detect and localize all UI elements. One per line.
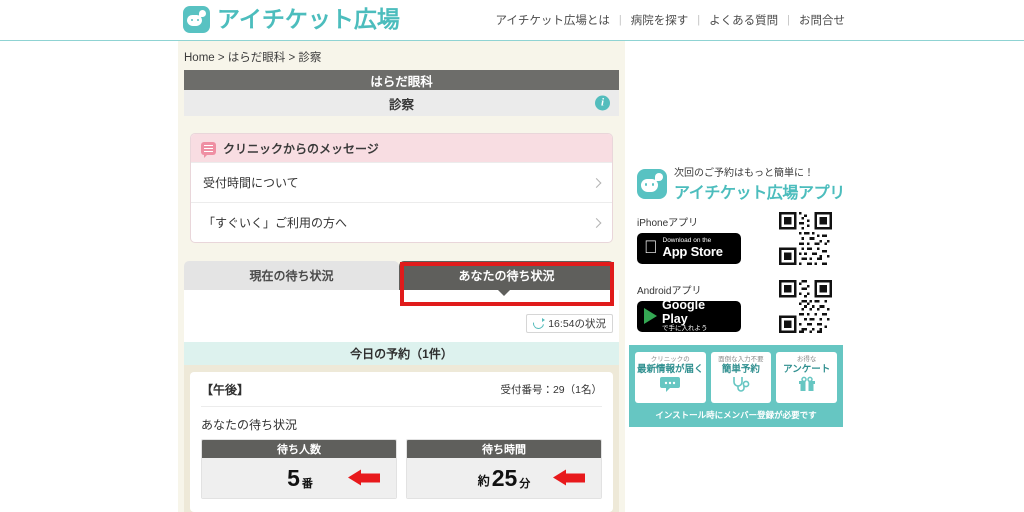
- logo-text: アイチケット広場: [217, 6, 400, 32]
- stethoscope-icon: [713, 376, 770, 398]
- page-root: アイチケット広場 アイチケット広場とは | 病院を探す | よくある質問 | お…: [0, 0, 1024, 512]
- stat-value-wait-count: 5: [287, 464, 300, 491]
- stat-box-wait-count: 待ち人数 5 番: [201, 439, 397, 499]
- stat-unit-wait-count: 番: [301, 478, 313, 490]
- chat-icon: [637, 376, 704, 398]
- ios-store-row: iPhoneアプリ  Download on the App Store: [629, 205, 843, 268]
- app-features-panel: クリニックの 最新情報が届く 面倒な入力不要 簡単予約 お得な アンケート イン…: [629, 345, 843, 427]
- feature-survey: お得な アンケート: [776, 352, 838, 403]
- refresh-status-button[interactable]: 16:54の状況: [526, 314, 613, 333]
- google-play-icon: [644, 308, 657, 324]
- app-promo-title: アイチケット広場アプリ: [674, 185, 845, 202]
- reservation-period: 【午後】: [201, 383, 250, 397]
- ios-qr-code: [776, 209, 835, 268]
- today-reservation-band: 今日の予約（1件）: [184, 342, 619, 365]
- feature-main-label: アンケート: [783, 363, 831, 375]
- app-features-row: クリニックの 最新情報が届く 面倒な入力不要 簡単予約 お得な アンケート: [635, 352, 838, 403]
- stat-unit-wait-time: 分: [519, 478, 531, 490]
- gift-icon-graphic: [798, 376, 815, 391]
- tab-your-wait-status[interactable]: あなたの待ち状況: [399, 261, 614, 290]
- stat-body-wait-count: 5 番: [202, 458, 396, 498]
- wait-status-tabs: 現在の待ち状況 あなたの待ち状況: [178, 261, 625, 306]
- android-store-row: Androidアプリ Google Play で手に入れよう: [629, 268, 843, 336]
- ios-platform-label: iPhoneアプリ: [637, 217, 699, 229]
- app-promo-header: 次回のご予約はもっと簡単に！ アイチケット広場アプリ: [629, 158, 845, 205]
- message-item-label: 「すぐいく」ご利用の方へ: [203, 216, 348, 230]
- feature-main-label: 最新情報が届く: [637, 363, 704, 375]
- qr-code-graphic: [779, 212, 832, 265]
- nav-item-find-hospital[interactable]: 病院を探す: [622, 12, 698, 28]
- stethoscope-icon-graphic: [733, 376, 750, 392]
- message-item-reception-hours[interactable]: 受付時間について: [191, 162, 612, 202]
- nav-item-about[interactable]: アイチケット広場とは: [486, 12, 618, 28]
- feature-main-label: 簡単予約: [721, 363, 760, 375]
- app-store-badge[interactable]:  Download on the App Store: [637, 232, 741, 264]
- stat-box-wait-time: 待ち時間 約 25 分: [406, 439, 602, 499]
- wait-stats: 待ち人数 5 番 待ち時間 約 25 分: [201, 439, 602, 499]
- message-item-suguiku[interactable]: 「すぐいく」ご利用の方へ: [191, 202, 612, 242]
- feature-easy-booking: 面倒な入力不要 簡単予約: [710, 352, 772, 403]
- refresh-row: 16:54の状況: [184, 314, 619, 342]
- google-play-badge-big: Google Play: [662, 298, 706, 326]
- feature-top-label: お得な: [796, 356, 817, 363]
- red-arrow-icon: [348, 469, 380, 487]
- main-navigation: アイチケット広場とは | 病院を探す | よくある質問 | お問合せ: [486, 12, 854, 28]
- app-feature-note: インストール時にメンバー登録が必要です: [655, 409, 817, 420]
- nav-item-contact[interactable]: お問合せ: [790, 12, 854, 28]
- feature-top-label: 面倒な入力不要: [718, 356, 764, 363]
- apple-icon: : [644, 238, 658, 256]
- ticket-mascot-icon: [183, 6, 210, 33]
- section-title-text: 診察: [388, 97, 414, 112]
- site-header: アイチケット広場 アイチケット広場とは | 病院を探す | よくある質問 | お…: [0, 0, 1024, 41]
- google-play-badge-small: で手に入れよう: [662, 324, 708, 332]
- chat-icon-graphic: [660, 376, 681, 392]
- app-promo-banner[interactable]: 次回のご予約はもっと簡単に！ アイチケット広場アプリ iPhoneアプリ  D…: [629, 158, 845, 427]
- stat-value-wait-time: 25: [491, 464, 518, 491]
- gift-icon: [778, 376, 835, 398]
- red-arrow-icon: [553, 469, 585, 487]
- speech-bubble-icon: [201, 141, 216, 158]
- reservation-area: 【午後】 受付番号：29（1名） あなたの待ち状況 待ち人数 5 番 待ち時間 …: [184, 365, 619, 512]
- app-promo-subtitle: 次回のご予約はもっと簡単に！: [674, 168, 814, 179]
- feature-latest-info: クリニックの 最新情報が届く: [635, 352, 706, 403]
- android-platform-label: Androidアプリ: [637, 285, 702, 297]
- chevron-right-icon: [591, 177, 602, 188]
- clinic-title: はらだ眼科: [184, 70, 619, 90]
- clinic-message-title: クリニックからのメッセージ: [223, 141, 379, 156]
- refresh-timestamp-label: 16:54の状況: [548, 318, 606, 330]
- your-wait-status-label: あなたの待ち状況: [201, 418, 298, 432]
- site-logo[interactable]: アイチケット広場: [183, 6, 400, 33]
- refresh-icon: [533, 318, 546, 329]
- reservation-ticket-number: 受付番号：29（1名）: [500, 384, 602, 396]
- stat-body-wait-time: 約 25 分: [407, 458, 601, 498]
- reservation-card-header: 【午後】 受付番号：29（1名）: [201, 381, 602, 407]
- reservation-card: 【午後】 受付番号：29（1名） あなたの待ち状況 待ち人数 5 番 待ち時間 …: [190, 372, 613, 512]
- nav-item-faq[interactable]: よくある質問: [700, 12, 787, 28]
- tab-current-wait-status[interactable]: 現在の待ち状況: [184, 261, 399, 290]
- feature-top-label: クリニックの: [650, 356, 690, 363]
- clinic-message-header: クリニックからのメッセージ: [191, 134, 612, 162]
- info-icon[interactable]: i: [595, 95, 610, 111]
- qr-code-graphic: [779, 280, 832, 333]
- sidebar: 次回のご予約はもっと簡単に！ アイチケット広場アプリ iPhoneアプリ  D…: [629, 158, 845, 427]
- stat-head-wait-time: 待ち時間: [407, 440, 601, 458]
- android-qr-code: [776, 277, 835, 336]
- chevron-right-icon: [591, 217, 602, 228]
- message-item-label: 受付時間について: [203, 176, 299, 190]
- stat-head-wait-count: 待ち人数: [202, 440, 396, 458]
- active-tab-pointer-icon: [498, 290, 510, 296]
- section-title-bar: 診察 i: [184, 90, 619, 116]
- app-mascot-icon: [637, 168, 667, 199]
- main-content-column: Home > はらだ眼科 > 診察 はらだ眼科 診察 i クリニックからのメッセ…: [178, 41, 625, 512]
- clinic-message-panel: クリニックからのメッセージ 受付時間について 「すぐいく」ご利用の方へ: [190, 133, 613, 243]
- stat-prefix: 約: [477, 474, 490, 488]
- breadcrumb[interactable]: Home > はらだ眼科 > 診察: [178, 41, 625, 70]
- app-store-badge-big: App Store: [649, 243, 724, 259]
- google-play-badge[interactable]: Google Play で手に入れよう: [637, 298, 741, 332]
